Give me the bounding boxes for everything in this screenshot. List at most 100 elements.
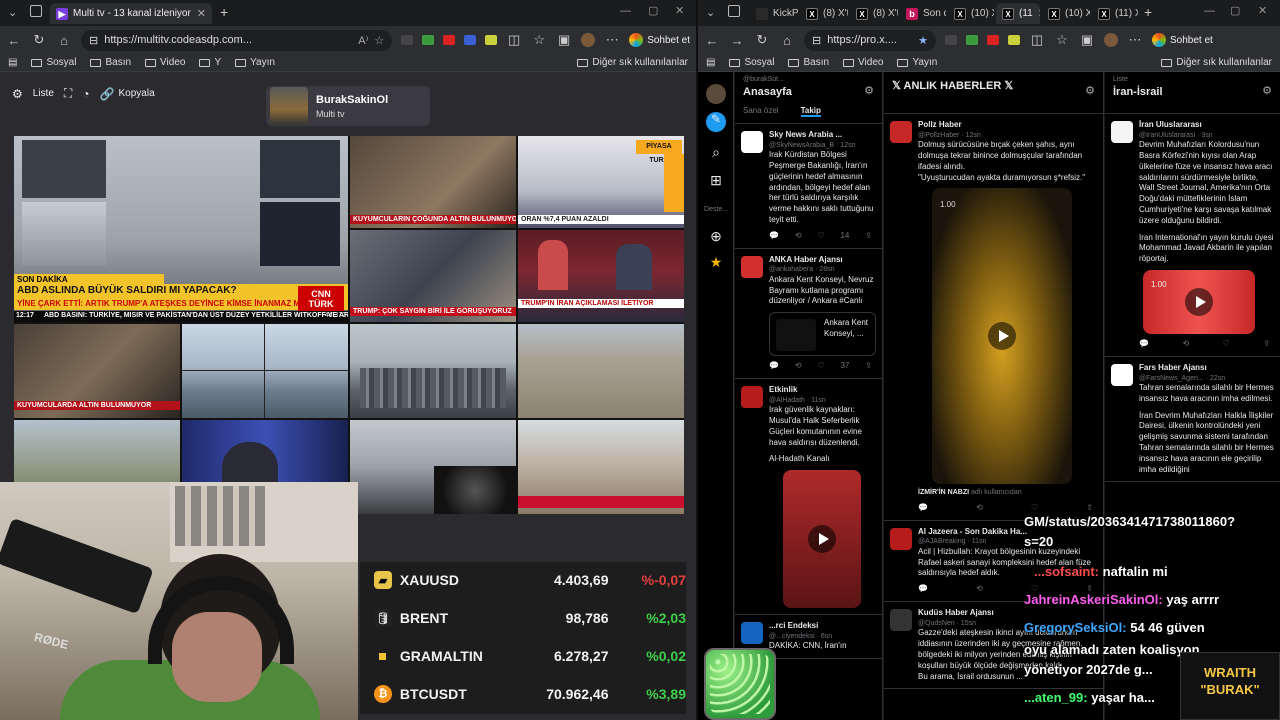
like-icon[interactable]: ♡ (817, 231, 824, 242)
minimize-icon[interactable]: — (1204, 5, 1215, 17)
profile-avatar[interactable] (581, 33, 596, 47)
bookmark-folder-y[interactable]: Y (199, 57, 221, 68)
tweet[interactable]: İran Uluslararası @IranUluslararasi · 3s… (1105, 114, 1280, 357)
tweet-video[interactable] (783, 470, 861, 609)
tab-multitv[interactable]: ▶ Multi tv - 13 kanal izleniyor ✕ (50, 3, 212, 24)
tweet-video[interactable]: 1.00 (932, 188, 1072, 485)
extension-green-icon[interactable] (422, 35, 435, 45)
tab-following[interactable]: Takip (800, 106, 821, 117)
copy-button[interactable]: Kopyala (119, 88, 155, 99)
channel-card[interactable]: BurakSakinOl Multi tv (266, 86, 430, 126)
tab-x-active[interactable]: X (11 ✕ (996, 3, 1040, 24)
favorite-star-icon[interactable]: ★ (918, 34, 928, 47)
tab-x-2[interactable]: X (8) X'te (850, 3, 898, 24)
favorites-icon[interactable]: ☆ (531, 32, 547, 48)
repost-icon[interactable]: ⟲ (976, 503, 983, 514)
deck-add-icon[interactable]: ⊕ (706, 228, 726, 248)
extension-yellow-icon[interactable] (485, 35, 498, 45)
bookmark-other-favorites[interactable]: Diğer sık kullanılanlar (1161, 57, 1272, 68)
more-menu-icon[interactable]: ⋯ (604, 32, 620, 48)
share-icon[interactable]: ⇪ (865, 361, 872, 372)
account-avatar[interactable] (706, 84, 726, 104)
video-tile-gold-shop[interactable]: KUYUMCULARIN ÇOĞUNDA ALTIN BULUNMUYOR (350, 136, 516, 228)
read-aloud-icon[interactable]: A⁾ (358, 34, 368, 47)
share-icon[interactable]: ⇪ (865, 231, 872, 242)
like-icon[interactable]: ♡ (817, 361, 824, 372)
tab-kick[interactable]: KickPe (750, 3, 798, 24)
video-tile-city-cams[interactable] (182, 324, 348, 418)
fullscreen-icon[interactable]: ⛶ (64, 86, 72, 101)
site-info-icon[interactable]: ⊟ (89, 34, 98, 47)
bookmark-folder-yayin[interactable]: Yayın (235, 57, 275, 68)
video-tile-old-city[interactable] (518, 324, 684, 418)
list-button[interactable]: Liste (33, 88, 54, 99)
translate-icon[interactable] (464, 35, 477, 45)
maximize-icon[interactable]: ▢ (648, 4, 658, 17)
close-window-icon[interactable]: ✕ (1258, 4, 1267, 17)
bookmark-other-favorites[interactable]: Diğer sık kullanılanlar (577, 57, 688, 68)
video-tile-skyline[interactable] (350, 324, 516, 418)
extension-red-icon[interactable] (987, 35, 999, 45)
more-menu-icon[interactable]: ⋯ (1127, 32, 1143, 48)
reply-icon[interactable]: 💬 (918, 584, 928, 595)
minimize-icon[interactable]: — (620, 5, 631, 17)
refresh-icon[interactable]: ↻ (754, 32, 770, 48)
close-tab-icon[interactable]: ✕ (1038, 7, 1040, 20)
video-tile-cnnturk[interactable]: SON DAKİKA ABD ASLINDA BÜYÜK SALDIRI MI … (14, 136, 348, 322)
tab-son-dakika[interactable]: b Son da (900, 3, 946, 24)
new-tab-icon[interactable]: + (220, 4, 228, 20)
video-tile-iran-statement[interactable]: TRUMP'IN İRAN AÇIKLAMASI İLETİYOR (518, 230, 684, 322)
reading-list-icon[interactable]: ▤ (706, 57, 715, 68)
tweet-video[interactable]: 1.00 (1143, 270, 1255, 334)
video-tile-aljazeera[interactable] (518, 420, 684, 514)
bookmark-folder-video[interactable]: Video (145, 57, 185, 68)
video-tile-mosque-cam[interactable] (350, 420, 516, 514)
split-screen-icon[interactable]: ◫ (1029, 32, 1045, 48)
favorites-icon[interactable]: ☆ (1054, 32, 1070, 48)
reply-icon[interactable]: 💬 (769, 361, 779, 372)
bookmark-folder-basin[interactable]: Basın (788, 57, 829, 68)
video-tile-trump[interactable]: TRUMP: ÇOK SAYGIN BİRİ İLE GÖRÜŞÜYORUZ (350, 230, 516, 322)
search-icon[interactable]: ⌕ (706, 144, 726, 164)
reply-icon[interactable]: 💬 (769, 231, 779, 242)
forward-icon[interactable]: → (729, 33, 745, 48)
video-tile-market[interactable]: PİYASA TURU ORAN %7,4 PUAN AZALDI (518, 136, 684, 228)
extension-icon[interactable] (945, 35, 957, 45)
bookmark-folder-yayin[interactable]: Yayın (897, 57, 937, 68)
extension-icon[interactable] (401, 35, 414, 45)
profile-avatar[interactable] (1104, 33, 1118, 47)
like-icon[interactable]: ♡ (1223, 339, 1230, 350)
reading-list-icon[interactable]: ▤ (8, 57, 17, 68)
copy-link-icon[interactable]: 🔗 (100, 87, 115, 101)
play-icon[interactable] (1185, 288, 1213, 316)
new-tab-icon[interactable]: + (1144, 4, 1152, 20)
address-bar[interactable]: ⊟ https://pro.x.... ★ (804, 29, 936, 51)
settings-gear-icon[interactable]: ⚙ (12, 87, 23, 101)
extension-red-icon[interactable] (443, 35, 456, 45)
tweet[interactable]: Fars Haber Ajansı @FarsNews_Agen... · 22… (1105, 357, 1280, 483)
refresh-icon[interactable]: ↻ (31, 32, 47, 48)
back-icon[interactable]: ← (6, 33, 22, 48)
home-icon[interactable]: ⌂ (779, 33, 795, 48)
tweet[interactable]: Pollz Haber @PollzHaber · 12sn Dolmuş sü… (884, 114, 1103, 521)
column-settings-icon[interactable]: ⚙ (1085, 84, 1095, 97)
favorite-star-icon[interactable]: ☆ (374, 34, 384, 47)
collections-icon[interactable]: ▣ (556, 32, 572, 48)
split-screen-icon[interactable]: ◫ (506, 32, 522, 48)
back-icon[interactable]: ← (704, 33, 720, 48)
extension-green-icon[interactable] (966, 35, 978, 45)
copilot-button[interactable]: Sohbet et (1152, 33, 1213, 47)
bookmark-folder-sosyal[interactable]: Sosyal (31, 57, 76, 68)
collections-icon[interactable]: ▣ (1079, 32, 1095, 48)
home-icon[interactable]: ⌂ (56, 33, 72, 48)
reply-icon[interactable]: 💬 (918, 503, 928, 514)
workspaces-icon[interactable] (728, 5, 740, 17)
tab-x-1[interactable]: X (8) X'te (800, 3, 848, 24)
reply-icon[interactable]: 💬 (1139, 339, 1149, 350)
add-column-icon[interactable]: ⊞ (706, 172, 726, 192)
site-info-icon[interactable]: ⊟ (812, 34, 821, 47)
deck-star-icon[interactable]: ★ (706, 254, 726, 274)
repost-icon[interactable]: ⟲ (795, 361, 802, 372)
tweet[interactable]: Sky News Arabia ... @SkyNewsArabia_B · 1… (735, 124, 882, 249)
share-icon[interactable]: ⇪ (1263, 339, 1270, 350)
